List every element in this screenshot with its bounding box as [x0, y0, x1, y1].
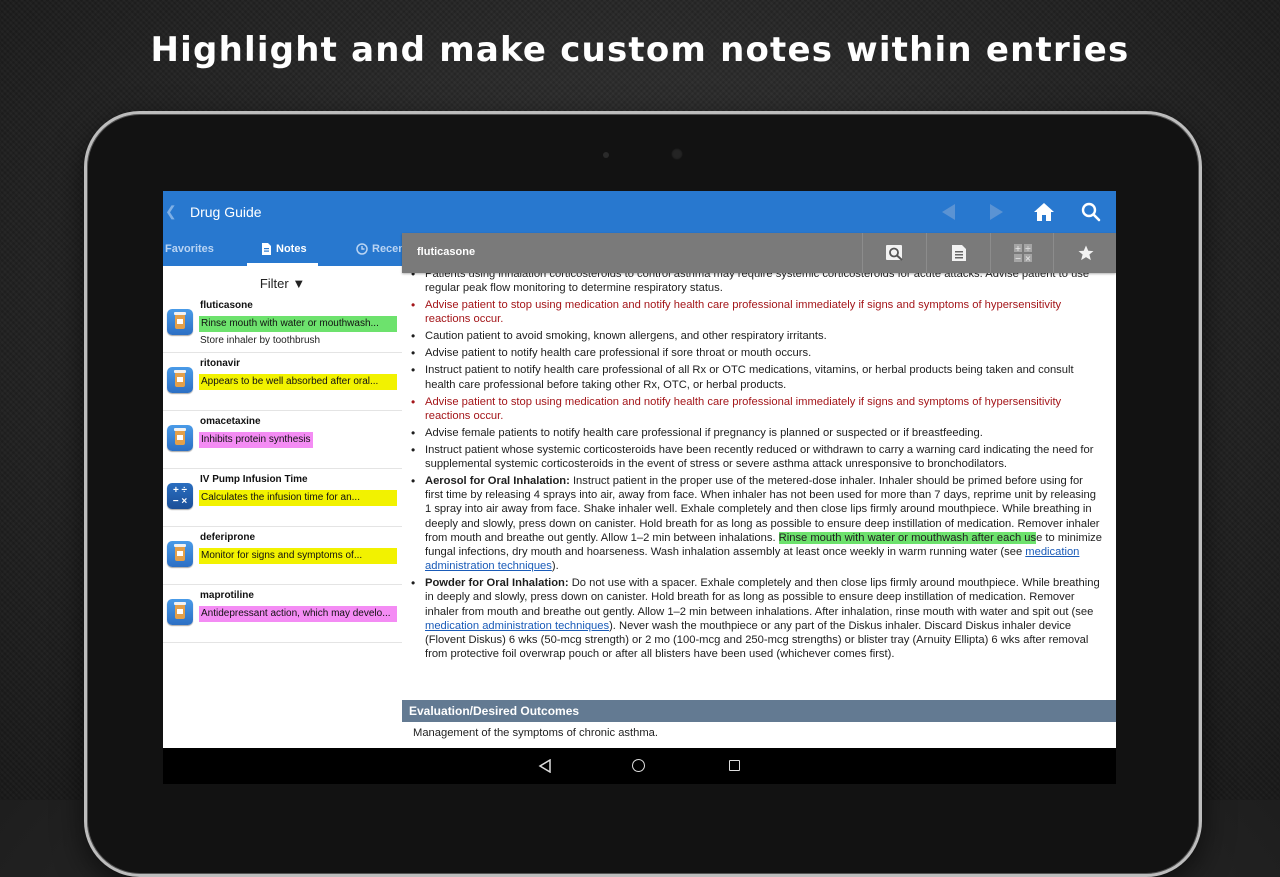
- note-title: omacetaxine: [200, 416, 261, 427]
- arrow-right-icon[interactable]: [990, 204, 1003, 220]
- calculator-icon: + ÷− ×: [1013, 244, 1032, 263]
- bullet-item: Advise patient to notify health care pro…: [411, 346, 1116, 360]
- aerosol-label: Aerosol for Oral Inhalation:: [425, 475, 570, 488]
- user-highlight[interactable]: Rinse mouth with water or mouthwash afte…: [778, 531, 1037, 544]
- chevron-left-icon[interactable]: ❮: [165, 203, 177, 220]
- list-item[interactable]: deferiprone Monitor for signs and sympto…: [163, 527, 402, 585]
- notes-list: fluticasone Rinse mouth with water or mo…: [163, 295, 402, 643]
- note-text: Store inhaler by toothbrush: [200, 335, 321, 346]
- recents-icon[interactable]: [729, 760, 740, 771]
- notes-panel: Favorites Notes Recen Filter ▼ fluticaso…: [163, 233, 405, 784]
- svg-text:÷: ÷: [1024, 244, 1031, 253]
- aerosol-text-end: ).: [551, 560, 559, 573]
- bullet-item: Caution patient to avoid smoking, known …: [411, 329, 1116, 343]
- bullet-item-warning: Advise patient to stop using medication …: [411, 298, 1116, 326]
- app-screen: ❮ Drug Guide Favorites Notes Recen Filte…: [163, 191, 1116, 784]
- list-item[interactable]: omacetaxine Inhibits protein synthesis: [163, 411, 402, 469]
- list-item[interactable]: maprotiline Antidepressant action, which…: [163, 585, 402, 643]
- pill-bottle-icon: [167, 309, 193, 335]
- find-in-page-button[interactable]: [862, 233, 926, 273]
- active-tab-indicator: [247, 263, 318, 266]
- section-body: Management of the symptoms of chronic as…: [413, 727, 658, 739]
- note-highlight: Antidepressant action, which may develo.…: [199, 606, 397, 622]
- note-title: deferiprone: [200, 532, 256, 543]
- detail-header: fluticasone + ÷ − ×: [402, 233, 1116, 273]
- system-nav-bar: [163, 748, 1116, 784]
- app-bar: ❮ Drug Guide: [163, 191, 1116, 233]
- sensor-dot: [603, 152, 609, 158]
- bullet-item: Advise female patients to notify health …: [411, 426, 1116, 440]
- note-highlight: Monitor for signs and symptoms of...: [199, 548, 397, 564]
- note-title: fluticasone: [200, 300, 253, 311]
- note-title: IV Pump Infusion Time: [200, 474, 308, 485]
- promo-headline: Highlight and make custom notes within e…: [150, 30, 1130, 70]
- note-title: ritonavir: [200, 358, 241, 369]
- list-item[interactable]: ritonavir Appears to be well absorbed af…: [163, 353, 402, 411]
- svg-text:×: ×: [1024, 254, 1031, 263]
- star-icon: [1078, 245, 1093, 261]
- list-item[interactable]: + ÷ − × IV Pump Infusion Time Calculates …: [163, 469, 402, 527]
- home-icon[interactable]: [1032, 201, 1056, 223]
- tab-recent[interactable]: Recen: [356, 243, 405, 255]
- pill-bottle-icon: [167, 425, 193, 451]
- powder-label: Powder for Oral Inhalation:: [425, 577, 569, 590]
- tab-recent-label: Recen: [372, 243, 406, 255]
- section-header[interactable]: Evaluation/Desired Outcomes: [402, 700, 1116, 722]
- drug-title: fluticasone: [417, 246, 476, 258]
- search-icon[interactable]: [1080, 201, 1102, 223]
- patient-teaching-list: Patients using inhalation corticosteroid…: [402, 267, 1116, 661]
- list-item[interactable]: fluticasone Rinse mouth with water or mo…: [163, 295, 402, 353]
- filter-dropdown[interactable]: Filter ▼: [163, 276, 402, 291]
- front-camera: [671, 148, 683, 160]
- svg-text:−: −: [1014, 254, 1021, 263]
- app-title: Drug Guide: [190, 204, 262, 220]
- home-icon[interactable]: [632, 759, 645, 772]
- pill-bottle-icon: [167, 541, 193, 567]
- notes-icon: [951, 245, 966, 261]
- note-highlight: Inhibits protein synthesis: [199, 432, 313, 448]
- drug-content: other inhalation agents are used. Patien…: [402, 266, 1116, 696]
- medication-admin-link[interactable]: medication administration techniques: [425, 620, 609, 632]
- clock-icon: [356, 243, 368, 255]
- arrow-left-icon[interactable]: [942, 204, 955, 220]
- document-icon: [262, 243, 271, 255]
- tab-notes[interactable]: Notes: [261, 243, 307, 255]
- pill-bottle-icon: [167, 599, 193, 625]
- calculator-button[interactable]: + ÷ − ×: [990, 233, 1054, 273]
- note-highlight: Rinse mouth with water or mouthwash...: [199, 316, 397, 332]
- back-icon[interactable]: [538, 759, 552, 773]
- calculator-icon: + ÷ − ×: [167, 483, 193, 509]
- note-highlight: Appears to be well absorbed after oral..…: [199, 374, 397, 390]
- bullet-item-powder: Powder for Oral Inhalation: Do not use w…: [411, 576, 1116, 661]
- tab-bar: Favorites Notes Recen: [163, 233, 405, 266]
- find-in-page-icon: [885, 245, 903, 261]
- bullet-item: Instruct patient to notify health care p…: [411, 363, 1116, 391]
- favorite-button[interactable]: [1053, 233, 1116, 273]
- drug-detail-panel: fluticasone +÷−× other inhalation agents…: [402, 233, 1116, 784]
- tab-favorites[interactable]: Favorites: [165, 243, 214, 255]
- tab-favorites-label: Favorites: [165, 243, 214, 255]
- note-highlight: Calculates the infusion time for an...: [199, 490, 397, 506]
- svg-text:+: +: [1014, 244, 1021, 253]
- pill-bottle-icon: [167, 367, 193, 393]
- bullet-item-warning: Advise patient to stop using medication …: [411, 395, 1116, 423]
- tab-notes-label: Notes: [276, 243, 307, 255]
- bullet-item-aerosol: Aerosol for Oral Inhalation: Instruct pa…: [411, 474, 1116, 573]
- notes-button[interactable]: [926, 233, 990, 273]
- note-title: maprotiline: [200, 590, 254, 601]
- bullet-item: Instruct patient whose systemic corticos…: [411, 443, 1116, 471]
